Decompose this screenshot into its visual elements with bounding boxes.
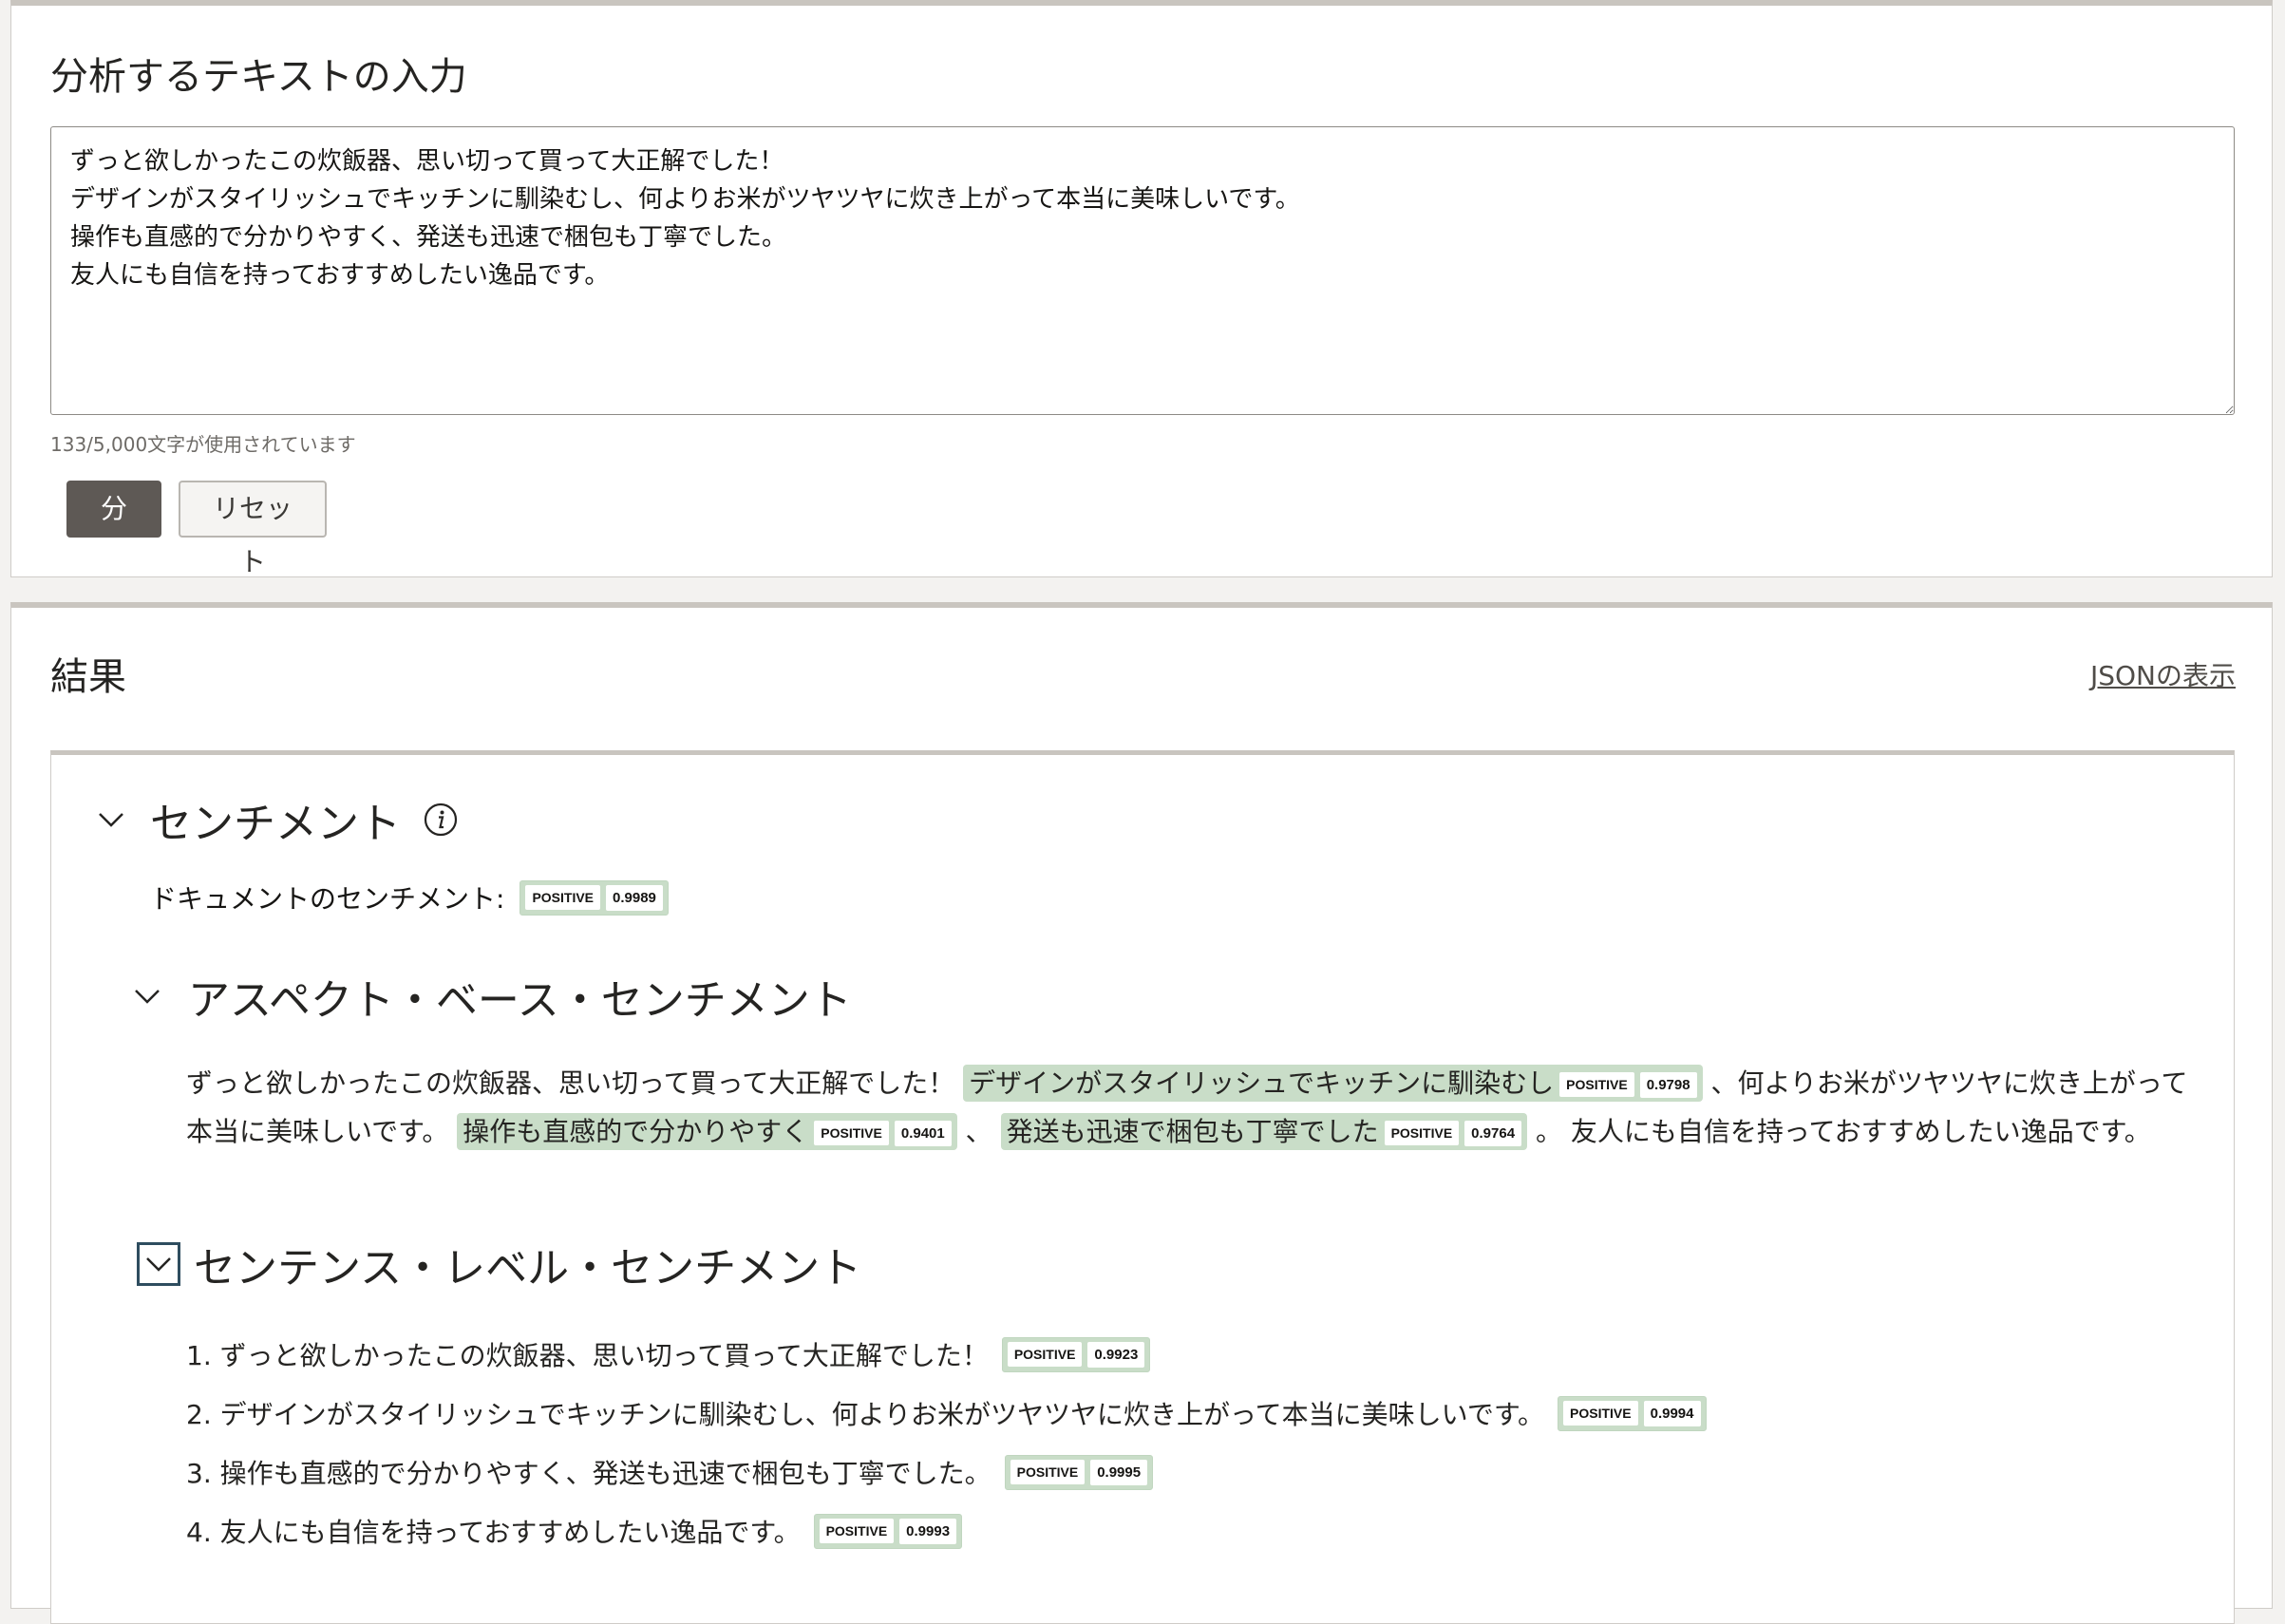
sentence-text: 1. ずっと欲しかったこの炊飯器、思い切って買って大正解でした！ xyxy=(186,1340,989,1371)
sentence-text: 4. 友人にも自信を持っておすすめしたい逸品です。 xyxy=(186,1517,801,1548)
aspect-highlight: デザインがスタイリッシュでキッチンに馴染むし POSITIVE 0.9798 xyxy=(963,1065,1703,1102)
aspect-text: ずっと欲しかったこの炊飯器、思い切って買って大正解でした！ デザインがスタイリッ… xyxy=(186,1059,2200,1156)
sentiment-score: 0.9989 xyxy=(606,884,663,911)
sentence-collapse-toggle[interactable] xyxy=(137,1242,180,1286)
aspect-highlight: 操作も直感的で分かりやすく POSITIVE 0.9401 xyxy=(457,1113,957,1150)
char-count: 133/5,000文字が使用されています xyxy=(50,433,356,456)
aspect-title: アスペクト・ベース・センチメント xyxy=(188,976,852,1025)
aspect-section-header: アスペクト・ベース・センチメント xyxy=(125,966,852,1027)
sentiment-label: POSITIVE xyxy=(525,885,601,910)
sentiment-score: 0.9401 xyxy=(894,1120,952,1146)
aspect-phrase: デザインがスタイリッシュでキッチンに馴染むし xyxy=(969,1067,1555,1099)
sentiment-badge: POSITIVE 0.9798 xyxy=(1554,1071,1697,1098)
sentence-section-header: センテンス・レベル・センチメント xyxy=(137,1234,861,1294)
sentiment-label: POSITIVE xyxy=(1010,1460,1086,1484)
sentiment-score: 0.9923 xyxy=(1087,1341,1145,1368)
info-icon[interactable] xyxy=(424,803,458,837)
sentiment-label: POSITIVE xyxy=(1559,1072,1634,1097)
aspect-collapse-toggle[interactable] xyxy=(125,974,169,1018)
sentiment-label: POSITIVE xyxy=(814,1121,889,1145)
sentiment-label: POSITIVE xyxy=(819,1519,895,1543)
aspect-phrase: 操作も直感的で分かりやすく xyxy=(463,1116,809,1147)
document-sentiment-row: ドキュメントのセンチメント: POSITIVE 0.9989 xyxy=(150,878,669,916)
sentiment-box: センチメント ドキュメントのセンチメント: POSITIVE 0.9989 アス… xyxy=(50,750,2235,1624)
sentence-title: センテンス・レベル・センチメント xyxy=(194,1244,862,1293)
sentence-item: 3. 操作も直感的で分かりやすく、発送も迅速で梱包も丁寧でした。 POSITIVE… xyxy=(186,1443,1707,1501)
sentence-text: 2. デザインがスタイリッシュでキッチンに馴染むし、何よりお米がツヤツヤに炊き上… xyxy=(186,1399,1545,1430)
sentiment-badge: POSITIVE 0.9401 xyxy=(808,1120,952,1146)
result-panel: 結果 JSONの表示 センチメント ドキュメントのセンチメント: POSITIV… xyxy=(10,602,2273,1624)
sentiment-badge: POSITIVE 0.9923 xyxy=(1001,1336,1151,1372)
sentiment-label: POSITIVE xyxy=(1563,1401,1638,1426)
sentiment-score: 0.9993 xyxy=(899,1518,957,1544)
sentiment-badge: POSITIVE 0.9993 xyxy=(813,1513,963,1549)
sentiment-badge: POSITIVE 0.9764 xyxy=(1379,1120,1522,1146)
aspect-highlight: 発送も迅速で梱包も丁寧でした POSITIVE 0.9764 xyxy=(1000,1113,1528,1150)
result-title: 結果 xyxy=(50,655,126,699)
sentence-item: 4. 友人にも自信を持っておすすめしたい逸品です。 POSITIVE 0.9993 xyxy=(186,1501,1707,1560)
show-json-link[interactable]: JSONの表示 xyxy=(2090,655,2236,693)
sentiment-title: センチメント xyxy=(150,800,401,848)
sentiment-score: 0.9764 xyxy=(1464,1120,1522,1146)
input-title: 分析するテキストの入力 xyxy=(50,55,467,99)
sentiment-score: 0.9798 xyxy=(1639,1071,1697,1098)
document-sentiment-label: ドキュメントのセンチメント: xyxy=(150,883,505,915)
sentiment-label: POSITIVE xyxy=(1007,1342,1083,1367)
document-sentiment-badge: POSITIVE 0.9989 xyxy=(519,879,669,916)
chevron-down-icon xyxy=(146,1257,171,1272)
reset-button[interactable]: リセット xyxy=(179,481,327,577)
sentence-list: 1. ずっと欲しかったこの炊飯器、思い切って買って大正解でした！ POSITIVE… xyxy=(186,1325,1707,1560)
sentiment-score: 0.9995 xyxy=(1090,1459,1148,1485)
aspect-plain-text: 、 xyxy=(956,1116,1001,1147)
sentiment-section-header: センチメント xyxy=(89,789,458,850)
chevron-down-icon xyxy=(135,990,160,1004)
analyze-button[interactable]: 分析 xyxy=(66,481,161,577)
text-input[interactable] xyxy=(50,126,2235,415)
sentence-item: 1. ずっと欲しかったこの炊飯器、思い切って買って大正解でした！ POSITIVE… xyxy=(186,1325,1707,1384)
sentiment-badge: POSITIVE 0.9995 xyxy=(1004,1454,1154,1490)
aspect-plain-text: 。 友人にも自信を持っておすすめしたい逸品です。 xyxy=(1527,1116,2151,1147)
sentiment-label: POSITIVE xyxy=(1384,1121,1460,1145)
aspect-plain-text: ずっと欲しかったこの炊飯器、思い切って買って大正解でした！ xyxy=(186,1067,964,1099)
sentiment-collapse-toggle[interactable] xyxy=(89,798,133,841)
sentiment-badge: POSITIVE 0.9994 xyxy=(1558,1395,1707,1431)
input-panel: 分析するテキストの入力 133/5,000文字が使用されています 分析 リセット xyxy=(10,0,2273,577)
sentence-item: 2. デザインがスタイリッシュでキッチンに馴染むし、何よりお米がツヤツヤに炊き上… xyxy=(186,1384,1707,1443)
sentence-text: 3. 操作も直感的で分かりやすく、発送も迅速で梱包も丁寧でした。 xyxy=(186,1458,991,1489)
chevron-down-icon xyxy=(99,813,123,827)
sentiment-score: 0.9994 xyxy=(1643,1400,1701,1426)
aspect-phrase: 発送も迅速で梱包も丁寧でした xyxy=(1006,1116,1379,1147)
